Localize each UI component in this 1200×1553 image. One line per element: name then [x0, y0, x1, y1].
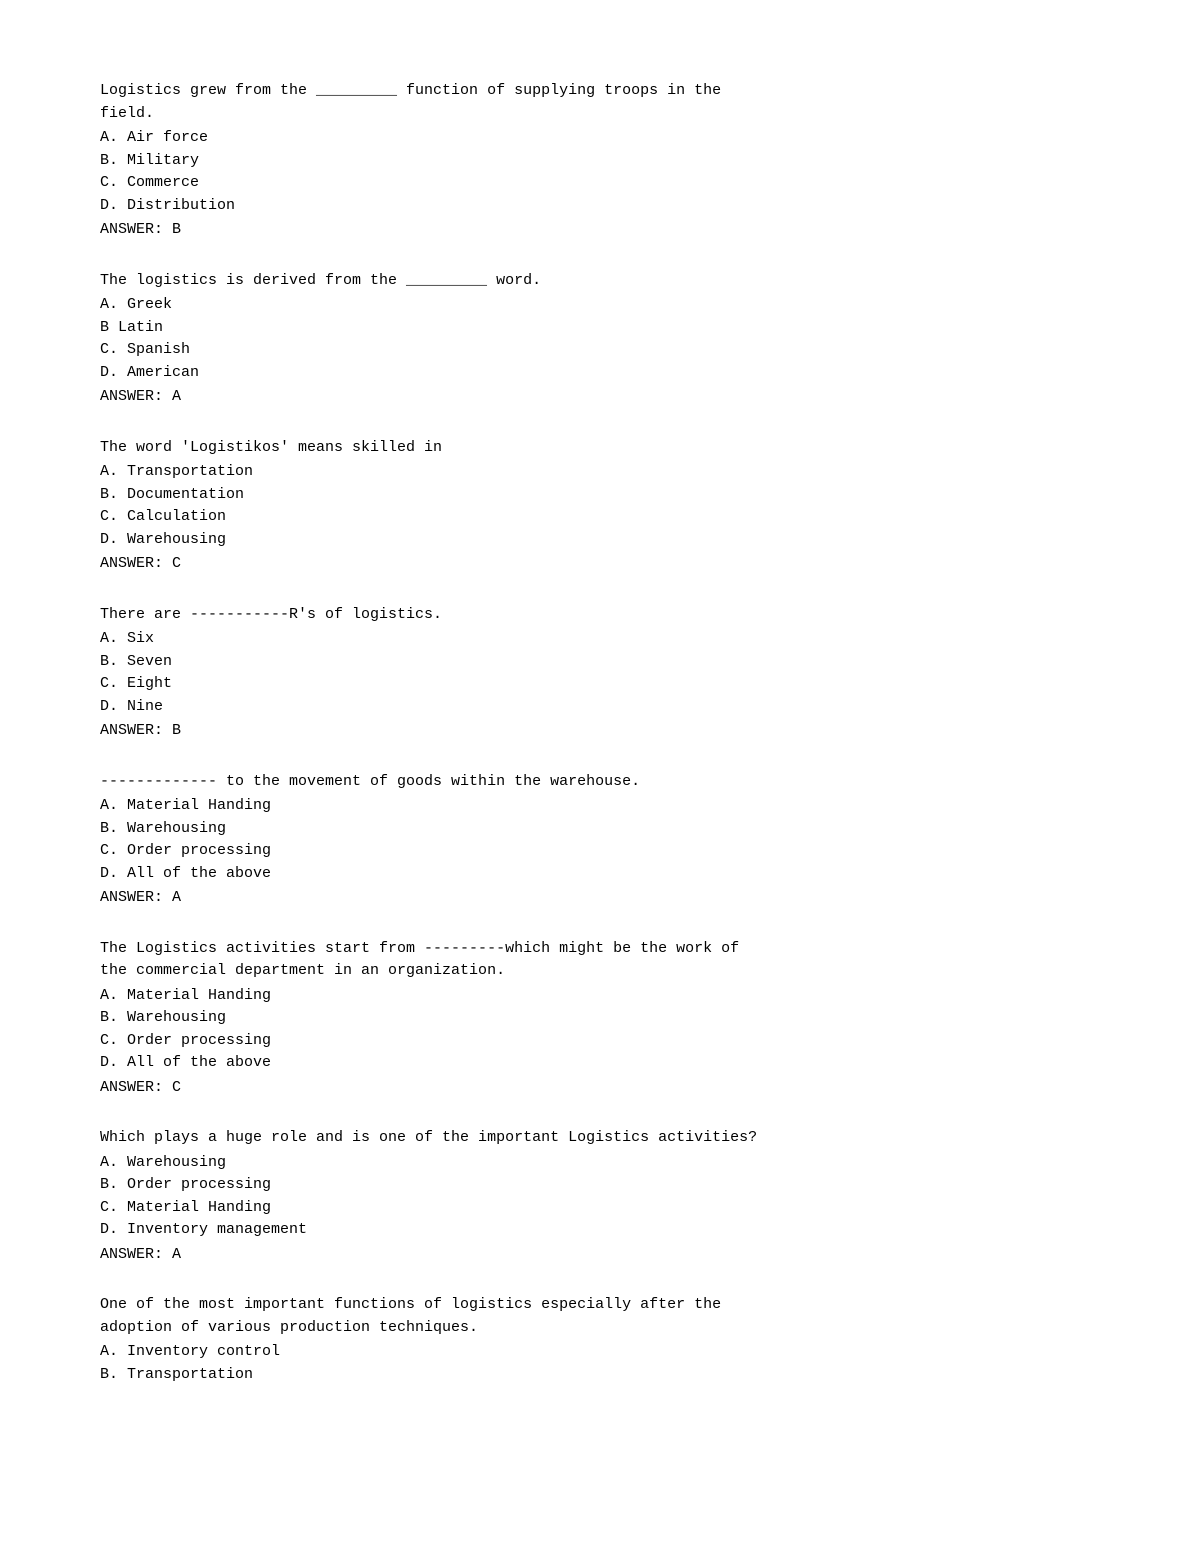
question-block-8: One of the most important functions of l…: [100, 1294, 1100, 1386]
option-2-3: C. Spanish: [100, 339, 1100, 362]
question-block-7: Which plays a huge role and is one of th…: [100, 1127, 1100, 1266]
question-block-5: ------------- to the movement of goods w…: [100, 771, 1100, 910]
answer-2: ANSWER: A: [100, 386, 1100, 409]
answer-6: ANSWER: C: [100, 1077, 1100, 1100]
answer-1: ANSWER: B: [100, 219, 1100, 242]
answer-4: ANSWER: B: [100, 720, 1100, 743]
question-text-7: Which plays a huge role and is one of th…: [100, 1127, 1100, 1150]
option-8-2: B. Transportation: [100, 1364, 1100, 1387]
question-text-2: The logistics is derived from the ______…: [100, 270, 1100, 293]
option-4-1: A. Six: [100, 628, 1100, 651]
question-block-1: Logistics grew from the _________ functi…: [100, 80, 1100, 242]
option-1-3: C. Commerce: [100, 172, 1100, 195]
answer-5: ANSWER: A: [100, 887, 1100, 910]
question-block-2: The logistics is derived from the ______…: [100, 270, 1100, 409]
question-block-6: The Logistics activities start from ----…: [100, 938, 1100, 1100]
option-7-1: A. Warehousing: [100, 1152, 1100, 1175]
question-text-8: One of the most important functions of l…: [100, 1294, 1100, 1339]
option-4-4: D. Nine: [100, 696, 1100, 719]
option-2-2: B Latin: [100, 317, 1100, 340]
question-text-4: There are -----------R's of logistics.: [100, 604, 1100, 627]
question-block-3: The word 'Logistikos' means skilled inA.…: [100, 437, 1100, 576]
option-1-2: B. Military: [100, 150, 1100, 173]
question-block-4: There are -----------R's of logistics.A.…: [100, 604, 1100, 743]
option-8-1: A. Inventory control: [100, 1341, 1100, 1364]
option-4-3: C. Eight: [100, 673, 1100, 696]
question-text-5: ------------- to the movement of goods w…: [100, 771, 1100, 794]
answer-7: ANSWER: A: [100, 1244, 1100, 1267]
option-7-2: B. Order processing: [100, 1174, 1100, 1197]
question-text-6: The Logistics activities start from ----…: [100, 938, 1100, 983]
option-2-1: A. Greek: [100, 294, 1100, 317]
option-1-4: D. Distribution: [100, 195, 1100, 218]
option-3-1: A. Transportation: [100, 461, 1100, 484]
option-5-2: B. Warehousing: [100, 818, 1100, 841]
option-6-2: B. Warehousing: [100, 1007, 1100, 1030]
option-6-4: D. All of the above: [100, 1052, 1100, 1075]
option-2-4: D. American: [100, 362, 1100, 385]
question-text-3: The word 'Logistikos' means skilled in: [100, 437, 1100, 460]
option-3-4: D. Warehousing: [100, 529, 1100, 552]
option-7-3: C. Material Handing: [100, 1197, 1100, 1220]
question-text-1: Logistics grew from the _________ functi…: [100, 80, 1100, 125]
option-1-1: A. Air force: [100, 127, 1100, 150]
option-6-1: A. Material Handing: [100, 985, 1100, 1008]
option-3-2: B. Documentation: [100, 484, 1100, 507]
answer-3: ANSWER: C: [100, 553, 1100, 576]
option-4-2: B. Seven: [100, 651, 1100, 674]
page-container: Logistics grew from the _________ functi…: [0, 0, 1200, 1494]
option-5-3: C. Order processing: [100, 840, 1100, 863]
option-3-3: C. Calculation: [100, 506, 1100, 529]
option-7-4: D. Inventory management: [100, 1219, 1100, 1242]
option-5-1: A. Material Handing: [100, 795, 1100, 818]
option-5-4: D. All of the above: [100, 863, 1100, 886]
option-6-3: C. Order processing: [100, 1030, 1100, 1053]
